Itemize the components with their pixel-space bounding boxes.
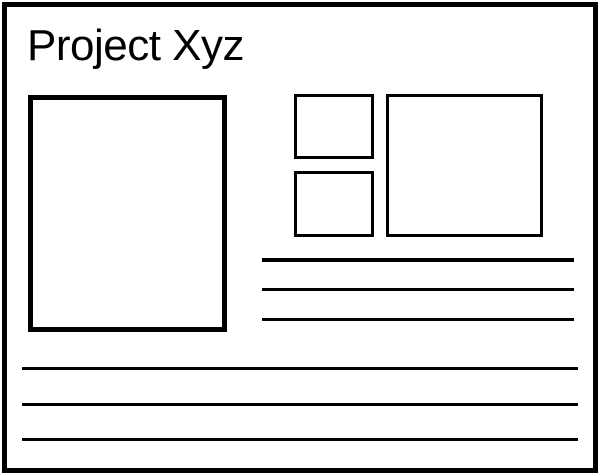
- page-title: Project Xyz: [27, 21, 245, 70]
- main-image-placeholder: [28, 95, 227, 332]
- side-text-line-2: [262, 288, 574, 291]
- side-text-line-3: [262, 318, 574, 321]
- small-image-placeholder-top: [294, 94, 374, 159]
- small-image-placeholder-bottom: [294, 171, 374, 237]
- bottom-text-line-3: [22, 438, 578, 441]
- bottom-text-line-2: [22, 403, 578, 406]
- bottom-text-line-1: [22, 367, 578, 370]
- side-text-line-1: [262, 258, 574, 262]
- wide-image-placeholder: [386, 94, 543, 237]
